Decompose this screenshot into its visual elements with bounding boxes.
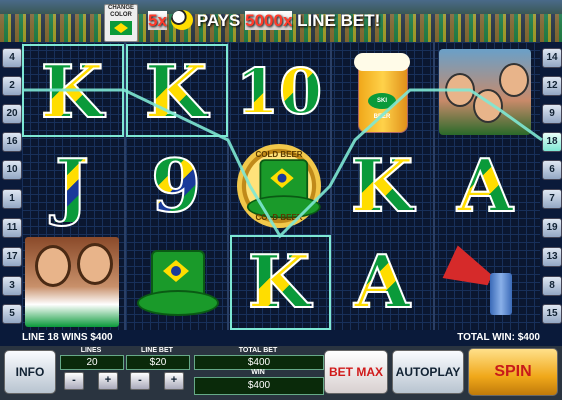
line-bet-value: $20 — [126, 355, 190, 370]
line-bet-label: LINE BET — [141, 347, 173, 354]
total-bet-label: TOTAL BET — [238, 347, 278, 354]
lines-minus-button[interactable]: - — [64, 372, 84, 390]
info-button[interactable]: INFO — [4, 350, 56, 394]
lines-value: 20 — [60, 355, 124, 370]
line-bet-minus-button[interactable]: - — [130, 372, 150, 390]
win-value: $400 — [194, 377, 324, 395]
win-label: WIN — [251, 369, 265, 376]
lines-plus-button[interactable]: + — [98, 372, 118, 390]
autoplay-button[interactable]: AUTOPLAY — [392, 350, 464, 394]
spin-button[interactable]: SPIN — [468, 348, 558, 396]
bet-max-button[interactable]: BET MAX — [324, 350, 388, 394]
total-bet-value: $400 — [194, 355, 324, 370]
total-win-text: TOTAL WIN: $400 — [457, 332, 540, 343]
line-bet-plus-button[interactable]: + — [164, 372, 184, 390]
line-win-text: LINE 18 WINS $400 — [22, 332, 113, 343]
lines-label: LINES — [80, 347, 102, 354]
